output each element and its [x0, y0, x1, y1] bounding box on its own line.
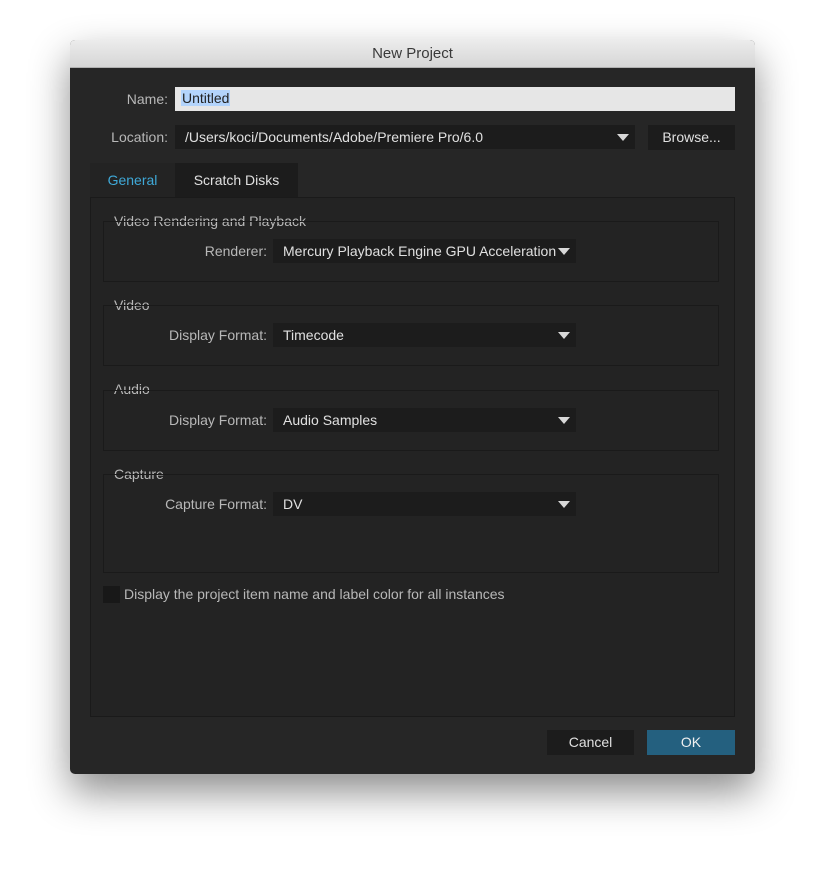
name-input[interactable]: Untitled	[175, 87, 735, 111]
capture-format-value: DV	[283, 496, 303, 512]
renderer-dropdown[interactable]: Mercury Playback Engine GPU Acceleration	[273, 239, 576, 263]
browse-button[interactable]: Browse...	[648, 125, 735, 150]
name-label: Name:	[126, 91, 168, 107]
ok-button[interactable]: OK	[647, 730, 735, 755]
renderer-label: Renderer:	[204, 243, 267, 259]
chevron-down-icon	[558, 332, 570, 339]
chevron-down-icon	[558, 501, 570, 508]
new-project-dialog: New Project Name: Untitled Location: /Us…	[70, 40, 755, 774]
group-video: Display Format: Timecode	[103, 305, 719, 366]
audio-display-format-label: Display Format:	[168, 412, 267, 428]
display-label-color-label[interactable]: Display the project item name and label …	[124, 585, 505, 604]
video-display-format-dropdown[interactable]: Timecode	[273, 323, 576, 347]
location-label: Location:	[111, 129, 168, 145]
capture-format-dropdown[interactable]: DV	[273, 492, 576, 516]
video-display-format-label: Display Format:	[168, 327, 267, 343]
chevron-down-icon	[558, 248, 570, 255]
group-audio: Display Format: Audio Samples	[103, 390, 719, 451]
dialog-title: New Project	[70, 40, 755, 68]
name-value: Untitled	[181, 90, 231, 106]
renderer-value: Mercury Playback Engine GPU Acceleration	[283, 243, 557, 259]
general-panel: Video Rendering and Playback Renderer: M…	[90, 197, 735, 717]
location-value: /Users/koci/Documents/Adobe/Premiere Pro…	[185, 129, 484, 145]
group-rendering: Renderer: Mercury Playback Engine GPU Ac…	[103, 221, 719, 282]
chevron-down-icon	[558, 417, 570, 424]
audio-display-format-dropdown[interactable]: Audio Samples	[273, 408, 576, 432]
tab-general[interactable]: General	[90, 163, 175, 197]
chevron-down-icon	[617, 134, 629, 141]
group-capture: Capture Format: DV	[103, 474, 719, 573]
video-display-format-value: Timecode	[283, 327, 344, 343]
cancel-button[interactable]: Cancel	[547, 730, 634, 755]
capture-format-label: Capture Format:	[165, 496, 267, 512]
audio-display-format-value: Audio Samples	[283, 412, 378, 428]
tab-scratch-disks[interactable]: Scratch Disks	[175, 163, 298, 197]
display-label-color-checkbox[interactable]	[103, 586, 120, 603]
location-dropdown[interactable]: /Users/koci/Documents/Adobe/Premiere Pro…	[175, 125, 635, 149]
